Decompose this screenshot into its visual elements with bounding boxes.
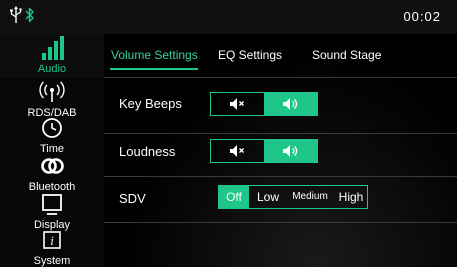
monitor-icon: [42, 194, 62, 215]
svg-text:i: i: [50, 233, 54, 248]
usb-icon: [10, 6, 22, 23]
clock-icon: [42, 118, 62, 138]
key-beeps-off-button[interactable]: [211, 93, 264, 115]
clock-time: 00:02: [403, 9, 441, 24]
sidebar-item-audio[interactable]: Audio: [0, 34, 104, 78]
key-beeps-label: Key Beeps: [119, 96, 182, 111]
speaker-mute-icon: [230, 98, 244, 110]
sdv-option-medium[interactable]: Medium: [287, 186, 333, 208]
sdv-option-low[interactable]: Low: [251, 186, 285, 208]
speaker-on-icon: [283, 98, 298, 110]
key-beeps-toggle: [210, 92, 318, 116]
speaker-on-icon: [283, 145, 298, 157]
sdv-option-off[interactable]: Off: [219, 186, 249, 208]
radio-waves-icon: [39, 81, 65, 102]
loudness-off-button[interactable]: [211, 140, 264, 162]
equalizer-bars-icon: [42, 36, 64, 60]
info-icon: i: [43, 231, 61, 249]
sidebar-item-label: Audio: [37, 63, 67, 75]
divider: [104, 77, 457, 78]
status-bar: 00:02: [0, 0, 457, 34]
speaker-mute-icon: [230, 145, 244, 157]
divider: [104, 176, 457, 177]
sdv-selector: Off Low Medium High: [218, 185, 368, 209]
sidebar-item-label: System: [33, 255, 71, 267]
key-beeps-on-button[interactable]: [264, 93, 317, 115]
sdv-label: SDV: [119, 191, 146, 206]
tab-volume-settings[interactable]: Volume Settings: [111, 48, 198, 62]
tab-eq-settings[interactable]: EQ Settings: [218, 48, 282, 62]
loudness-label: Loudness: [119, 144, 176, 159]
link-icon: [41, 158, 64, 174]
divider: [104, 222, 457, 223]
loudness-on-button[interactable]: [264, 140, 317, 162]
active-tab-indicator: [110, 68, 198, 70]
sdv-option-high[interactable]: High: [335, 186, 367, 208]
tab-bar: Volume Settings EQ Settings Sound Stage: [104, 34, 457, 78]
tab-sound-stage[interactable]: Sound Stage: [312, 48, 381, 62]
divider: [104, 133, 457, 134]
loudness-toggle: [210, 139, 318, 163]
main-panel: Volume Settings EQ Settings Sound Stage …: [104, 34, 457, 267]
bluetooth-icon: [25, 7, 34, 23]
sidebar-item-system[interactable]: i System: [0, 226, 104, 267]
sidebar: Audio RDS/DAB Time Bluetooth Display i S…: [0, 34, 104, 267]
